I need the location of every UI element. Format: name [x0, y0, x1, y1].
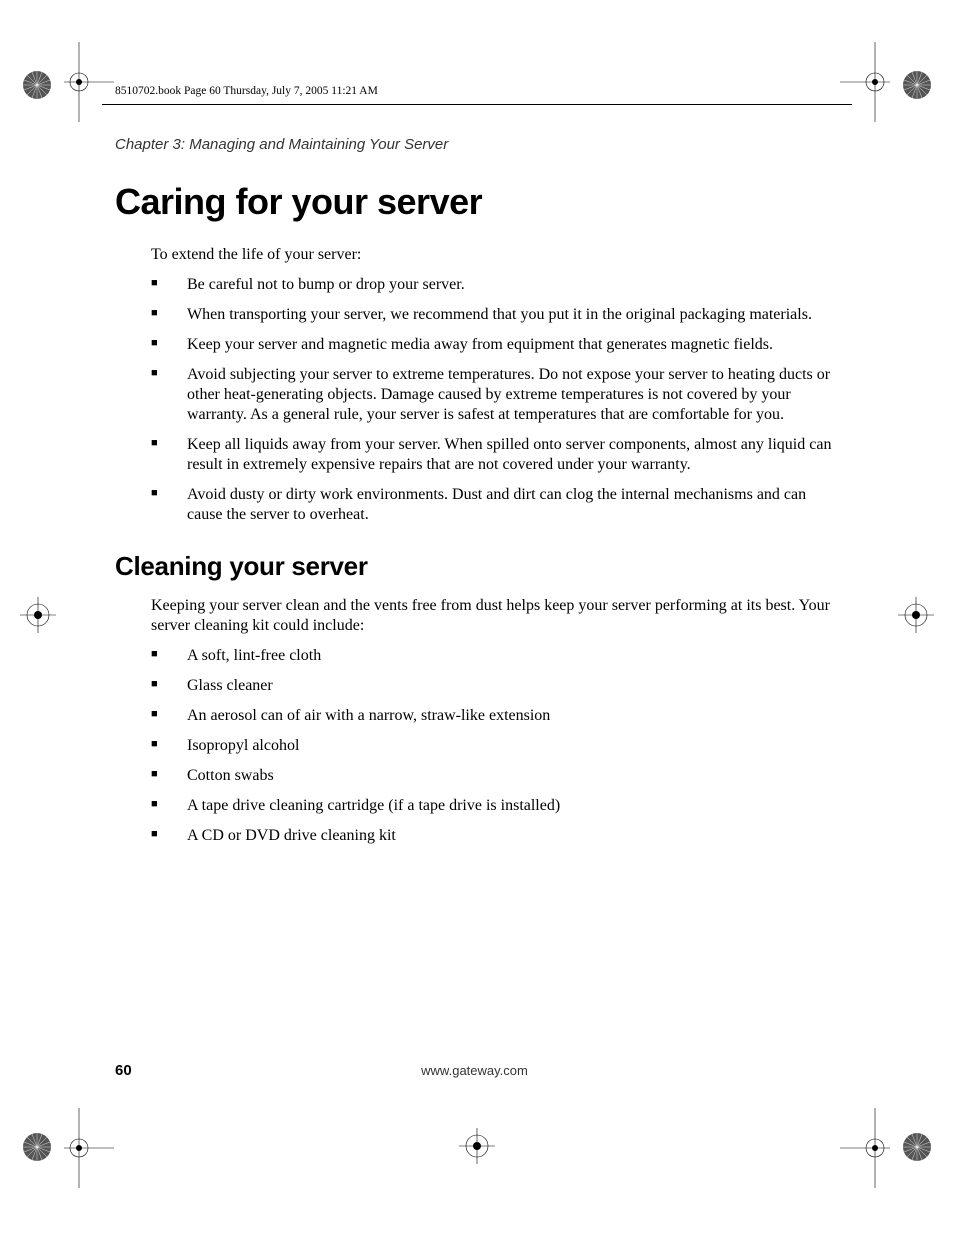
registration-radial-icon — [900, 68, 934, 102]
crop-crosshair-icon — [898, 597, 934, 633]
list-item: Avoid subjecting your server to extreme … — [151, 365, 834, 425]
list-item: A tape drive cleaning cartridge (if a ta… — [151, 796, 834, 816]
registration-radial-icon — [900, 1130, 934, 1164]
list-item: Avoid dusty or dirty work environments. … — [151, 485, 834, 525]
list-item: When transporting your server, we recomm… — [151, 305, 834, 325]
care-list: Be careful not to bump or drop your serv… — [151, 275, 834, 525]
intro-paragraph: To extend the life of your server: — [151, 245, 834, 265]
page-content: Chapter 3: Managing and Maintaining Your… — [115, 136, 834, 856]
list-item: Isopropyl alcohol — [151, 736, 834, 756]
list-item: Keep your server and magnetic media away… — [151, 335, 834, 355]
list-item: A CD or DVD drive cleaning kit — [151, 826, 834, 846]
list-item: Be careful not to bump or drop your serv… — [151, 275, 834, 295]
crop-mark-icon — [840, 1108, 890, 1188]
list-item: Glass cleaner — [151, 676, 834, 696]
footer-url: www.gateway.com — [115, 1063, 834, 1078]
intro-paragraph: Keeping your server clean and the vents … — [151, 596, 834, 636]
meta-rule — [102, 104, 852, 105]
page-footer: 60 www.gateway.com — [115, 1062, 834, 1080]
heading-1: Caring for your server — [115, 181, 834, 223]
list-item: Keep all liquids away from your server. … — [151, 435, 834, 475]
cleaning-list: A soft, lint-free cloth Glass cleaner An… — [151, 646, 834, 846]
registration-radial-icon — [20, 68, 54, 102]
crop-crosshair-icon — [20, 597, 56, 633]
heading-2: Cleaning your server — [115, 551, 834, 582]
framemaker-meta: 8510702.book Page 60 Thursday, July 7, 2… — [115, 85, 378, 97]
list-item: A soft, lint-free cloth — [151, 646, 834, 666]
crop-crosshair-icon — [459, 1128, 495, 1164]
registration-radial-icon — [20, 1130, 54, 1164]
crop-mark-icon — [64, 42, 114, 122]
page: 8510702.book Page 60 Thursday, July 7, 2… — [0, 0, 954, 1235]
crop-mark-icon — [64, 1108, 114, 1188]
list-item: An aerosol can of air with a narrow, str… — [151, 706, 834, 726]
list-item: Cotton swabs — [151, 766, 834, 786]
chapter-heading: Chapter 3: Managing and Maintaining Your… — [115, 136, 834, 153]
crop-mark-icon — [840, 42, 890, 122]
